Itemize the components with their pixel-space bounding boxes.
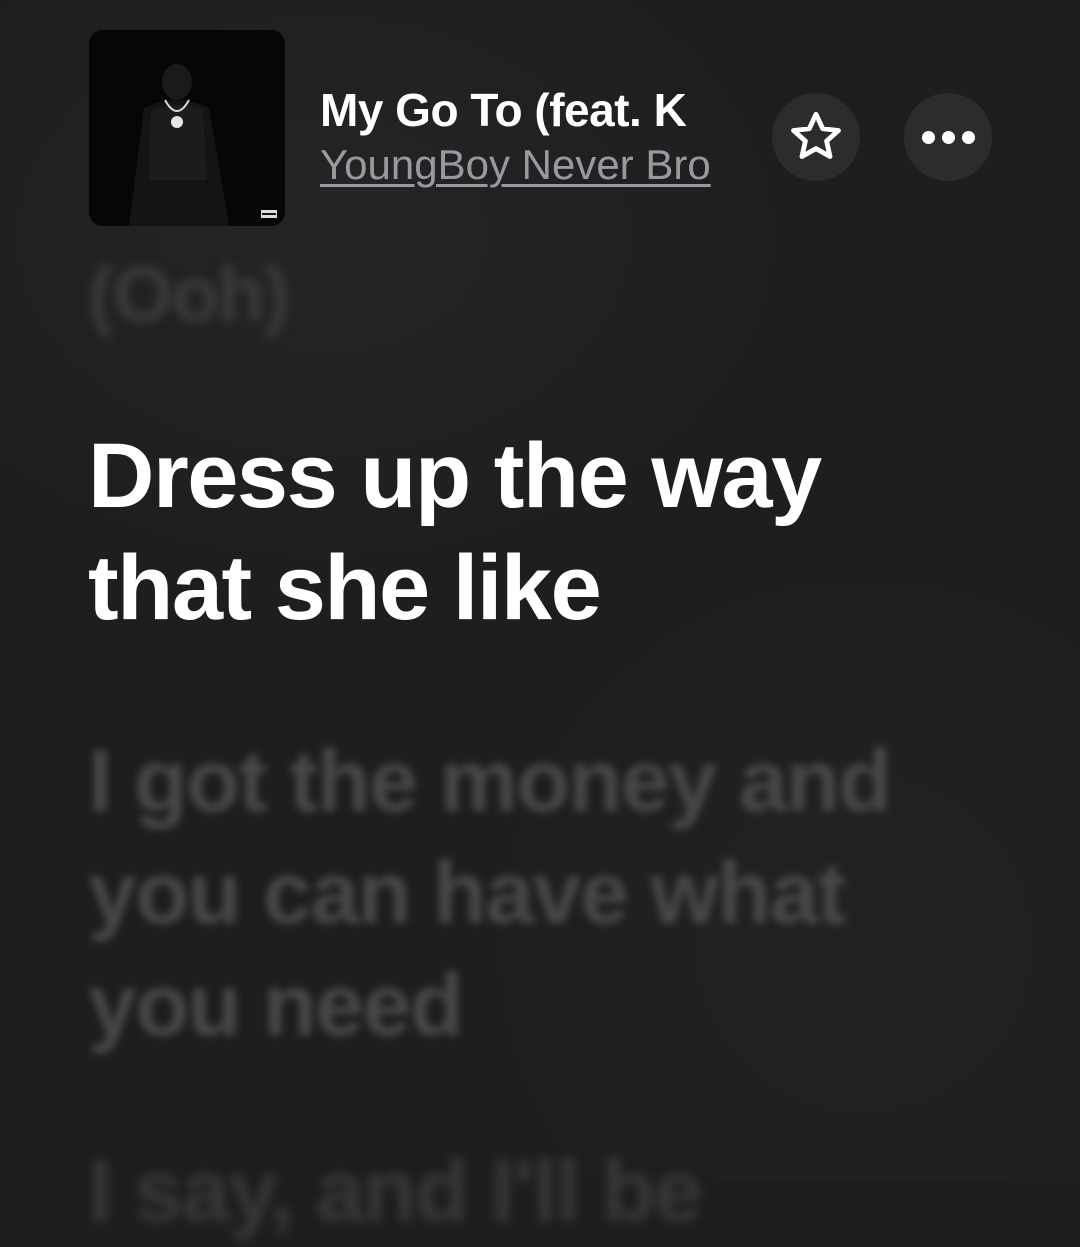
more-options-button[interactable] <box>904 93 992 181</box>
now-playing-header: My Go To (feat. K YoungBoy Never Bro <box>0 0 1080 250</box>
star-outline-icon <box>791 111 841 159</box>
ellipsis-icon <box>921 130 975 144</box>
artist-link[interactable]: YoungBoy Never Bro <box>320 142 758 188</box>
track-title[interactable]: My Go To (feat. K <box>320 84 758 136</box>
lyric-line-current[interactable]: Dress up the way that she like <box>88 420 988 644</box>
lyric-line-next[interactable]: I got the money and you can have what yo… <box>88 725 988 1061</box>
lyric-line-following[interactable]: I say, and I'll be <box>88 1135 988 1247</box>
track-info[interactable]: My Go To (feat. K YoungBoy Never Bro <box>320 84 758 188</box>
lyric-line-previous[interactable]: (Ooh) <box>88 238 988 350</box>
favorite-button[interactable] <box>772 93 860 181</box>
album-artwork[interactable] <box>89 30 285 226</box>
